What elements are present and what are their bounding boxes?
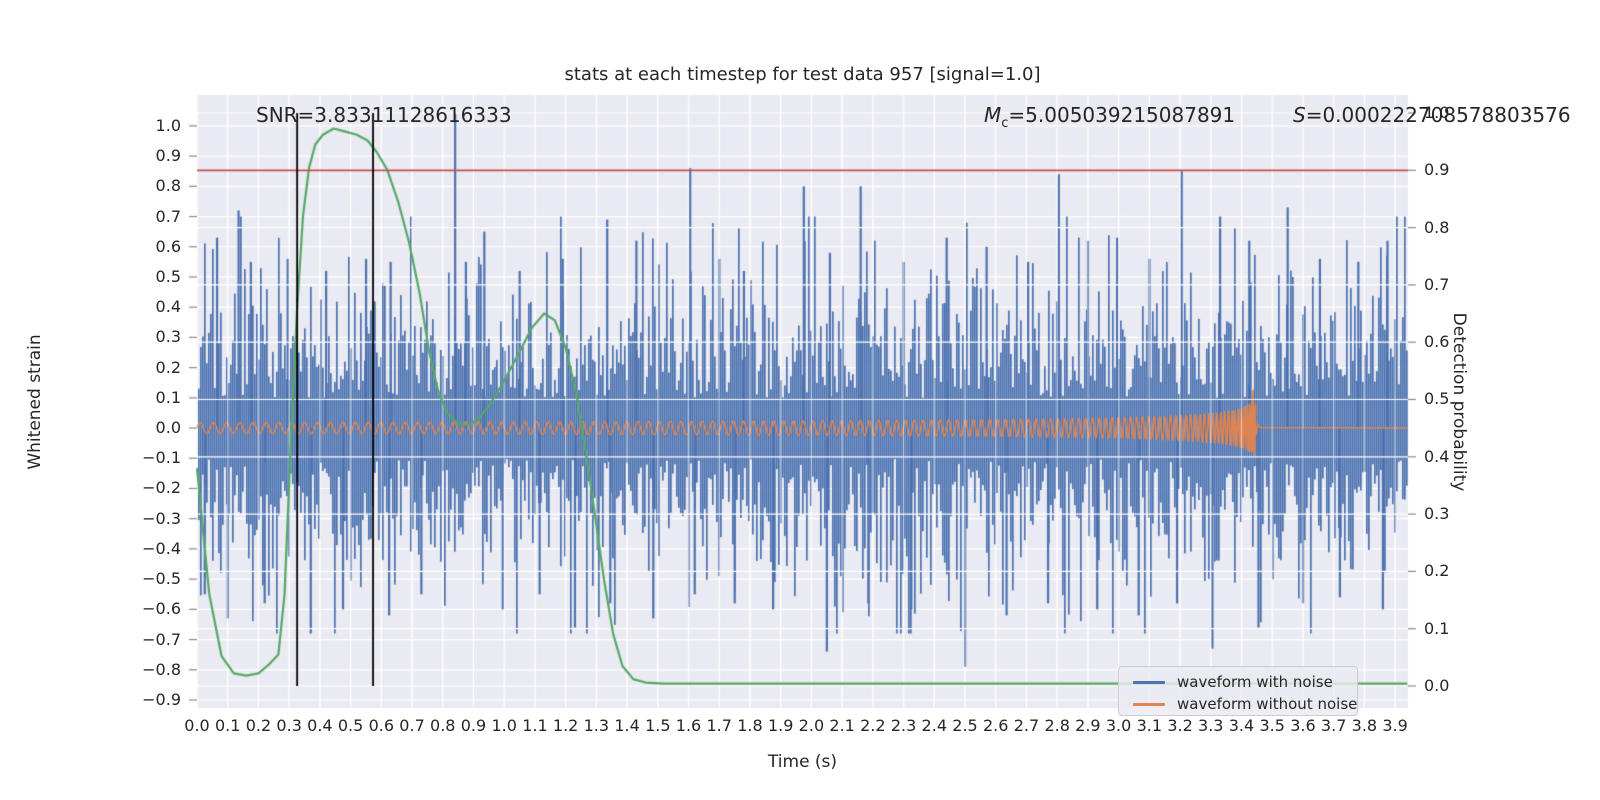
legend-entry-noise: waveform with noise xyxy=(1119,671,1357,693)
legend-swatch-orange xyxy=(1133,703,1165,706)
annotation-mc-value: =5.005039215087891 xyxy=(1008,103,1236,127)
legend-swatch-blue xyxy=(1133,681,1165,684)
figure: stats at each timestep for test data 957… xyxy=(0,0,1600,800)
annotation-snr: SNR=3.83311128616333 xyxy=(256,103,512,127)
chart-title: stats at each timestep for test data 957… xyxy=(564,64,1041,85)
left-y-axis-label: Whitened strain xyxy=(25,334,45,470)
annotation-s-var: S xyxy=(1293,103,1306,127)
legend: waveform with noise waveform without noi… xyxy=(1118,666,1358,716)
annotation-s-value: =0.000222708578803576 xyxy=(1305,103,1571,127)
x-axis-label: Time (s) xyxy=(767,752,838,772)
annotation-snr-text: SNR=3.83311128616333 xyxy=(256,103,512,127)
right-y-axis-label: Detection probability xyxy=(1449,312,1469,492)
legend-label: waveform with noise xyxy=(1177,673,1333,691)
legend-entry-signal: waveform without noise xyxy=(1119,693,1357,715)
annotation-chirp-mass: Mc=5.005039215087891 xyxy=(984,103,1235,131)
legend-label: waveform without noise xyxy=(1177,695,1358,713)
annotation-score: S=0.000222708578803576 xyxy=(1293,103,1571,127)
annotation-mc-var: M xyxy=(984,103,1002,127)
